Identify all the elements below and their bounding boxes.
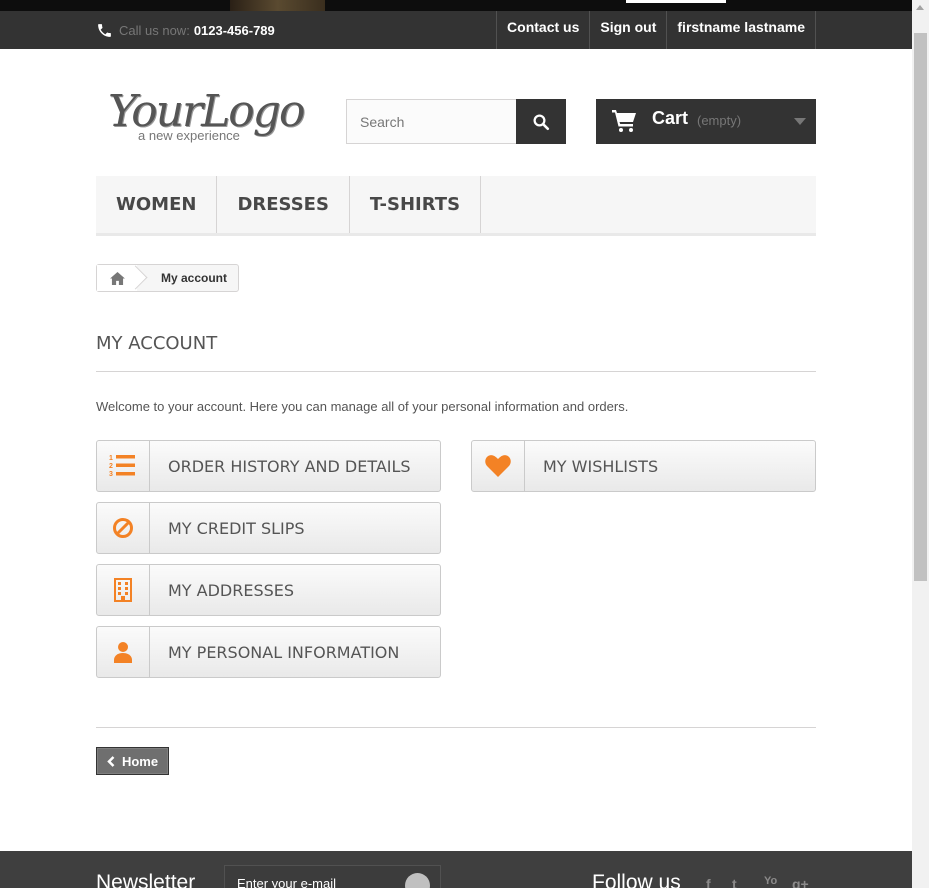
home-button-label: Home [121, 753, 159, 769]
breadcrumb: My account [96, 264, 240, 292]
scrollbar[interactable] [912, 0, 929, 888]
credit-slips-label: MY CREDIT SLIPS [168, 518, 305, 538]
footer: Newsletter Follow us f t Yo g+ [0, 851, 912, 888]
divider [96, 727, 816, 728]
search-input[interactable] [346, 99, 516, 144]
wishlists-label: MY WISHLISTS [543, 456, 659, 476]
phone-number: 0123-456-789 [193, 22, 275, 38]
cart-icon [612, 110, 636, 132]
main-menu: WOMEN DRESSES T-SHIRTS [96, 176, 816, 236]
svg-text:3: 3 [109, 471, 113, 478]
top-banner [0, 0, 912, 11]
wishlists-link[interactable]: MY WISHLISTS [471, 440, 816, 492]
order-history-label: ORDER HISTORY AND DETAILS [168, 456, 411, 476]
google-plus-icon[interactable]: g+ [792, 876, 809, 888]
phone-icon [98, 23, 111, 37]
scrollbar-thumb[interactable] [914, 33, 927, 581]
list-ol-icon: 123 [97, 441, 150, 491]
twitter-icon[interactable]: t [732, 876, 737, 888]
addresses-link[interactable]: MY ADDRESSES [96, 564, 441, 616]
heart-icon [472, 441, 525, 491]
page-title: MY ACCOUNT [96, 333, 218, 354]
logo-tagline: a new experience [138, 128, 240, 143]
call-label: Call us now: [119, 22, 190, 38]
banner-image [230, 0, 325, 11]
phone-contact: Call us now: 0123-456-789 [96, 18, 275, 42]
banner-highlight [626, 0, 726, 3]
divider [96, 371, 816, 372]
breadcrumb-current: My account [161, 271, 228, 285]
top-nav: Call us now: 0123-456-789 Contact us Sig… [0, 11, 912, 49]
shop-logo[interactable]: YourLogo a new experience [108, 88, 305, 148]
sign-out-link[interactable]: Sign out [589, 11, 666, 49]
youtube-icon[interactable]: Yo [764, 875, 777, 887]
personal-info-label: MY PERSONAL INFORMATION [168, 642, 400, 662]
account-name-link[interactable]: firstname lastname [666, 11, 816, 49]
ban-icon [97, 503, 150, 553]
home-button[interactable]: Home [96, 747, 169, 775]
scroll-up-icon[interactable] [916, 5, 924, 10]
user-icon [97, 627, 150, 677]
personal-info-link[interactable]: MY PERSONAL INFORMATION [96, 626, 441, 678]
order-history-link[interactable]: 123 ORDER HISTORY AND DETAILS [96, 440, 441, 492]
newsletter-email-input[interactable] [225, 866, 409, 888]
search-icon [533, 114, 550, 130]
building-icon [97, 565, 150, 615]
addresses-label: MY ADDRESSES [168, 580, 295, 600]
menu-item-women[interactable]: WOMEN [96, 176, 218, 233]
search-bar [346, 99, 566, 144]
svg-text:1: 1 [109, 455, 113, 462]
follow-us-title: Follow us [592, 871, 681, 888]
welcome-text: Welcome to your account. Here you can ma… [96, 399, 629, 414]
menu-item-tshirts[interactable]: T-SHIRTS [350, 176, 482, 233]
cart-block[interactable]: Cart (empty) [596, 99, 816, 144]
newsletter-form [224, 865, 441, 888]
newsletter-title: Newsletter [96, 871, 196, 888]
newsletter-submit-button[interactable] [405, 873, 430, 888]
breadcrumb-home[interactable] [97, 265, 137, 291]
home-icon [109, 271, 125, 285]
menu-item-dresses[interactable]: DRESSES [217, 176, 350, 233]
contact-us-link[interactable]: Contact us [496, 11, 589, 49]
cart-label: Cart [652, 108, 689, 128]
header-links: Contact us Sign out firstname lastname [496, 11, 816, 49]
chevron-left-icon [107, 755, 115, 767]
chevron-down-icon [794, 118, 806, 125]
facebook-icon[interactable]: f [706, 876, 711, 888]
cart-status: (empty) [697, 113, 742, 128]
svg-text:2: 2 [109, 463, 113, 470]
credit-slips-link[interactable]: MY CREDIT SLIPS [96, 502, 441, 554]
search-button[interactable] [516, 99, 566, 144]
